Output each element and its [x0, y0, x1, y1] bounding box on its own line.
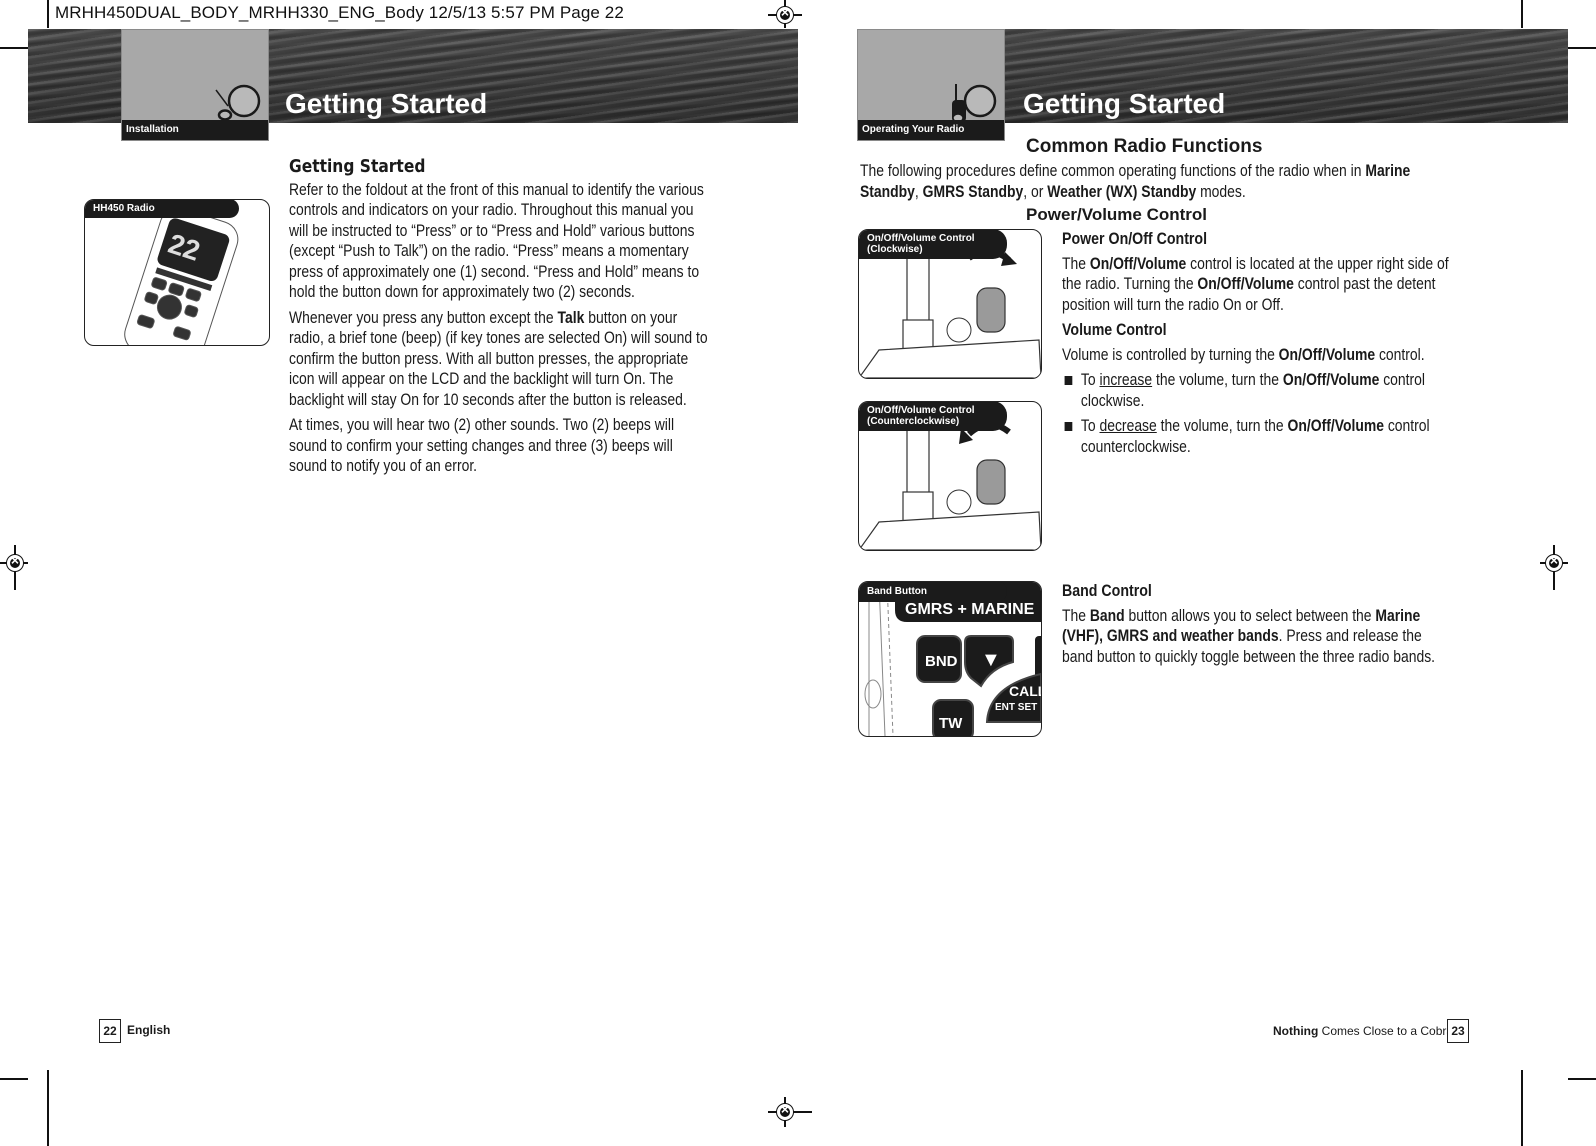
footer-language: English — [127, 1023, 171, 1037]
paragraph: Whenever you press any button except the… — [289, 308, 708, 409]
figure-hh450-radio: 22 HH450 Radio — [84, 199, 270, 346]
bullet-item: To increase the volume, turn the On/Off/… — [1062, 370, 1449, 411]
band-control-section: Band Control The Band button allows you … — [1062, 581, 1449, 672]
paragraph: The On/Off/Volume control is located at … — [1062, 254, 1449, 314]
banner-title-right: Getting Started — [1023, 88, 1226, 119]
band-button-illustration: GMRS + MARINE BND ▼ CALL ENT SET TW — [864, 582, 1041, 736]
figure-band-button: GMRS + MARINE BND ▼ CALL ENT SET TW Band… — [858, 581, 1042, 737]
section-tab-operating: Operating Your Radio — [857, 29, 1005, 141]
crop-mark — [47, 0, 49, 28]
svg-text:TW: TW — [939, 715, 963, 732]
crop-mark — [1568, 47, 1596, 49]
svg-text:BND: BND — [925, 653, 958, 670]
paragraph: Volume is controlled by turning the On/O… — [1062, 345, 1425, 364]
left-page-body: Getting Started Refer to the foldout at … — [289, 156, 710, 482]
footer-tagline: Nothing Comes Close to a Cobra® — [1273, 1023, 1459, 1038]
intro-paragraph: The following procedures define common o… — [860, 162, 1411, 201]
crop-mark — [1568, 1078, 1596, 1080]
section-heading: Common Radio Functions — [1026, 136, 1263, 157]
crop-mark — [47, 1070, 49, 1146]
figure-volume-clockwise: On/Off/Volume Control (Clockwise) — [858, 229, 1042, 379]
paragraph: At times, you will hear two (2) other so… — [289, 416, 675, 475]
registration-mark-icon — [776, 1101, 794, 1121]
figure-volume-counterclockwise: On/Off/Volume Control (Counterclockwise) — [858, 401, 1042, 551]
svg-text:GMRS + MARINE: GMRS + MARINE — [905, 601, 1035, 618]
radio-illustration: 22 — [124, 207, 239, 345]
figure-label: HH450 Radio — [85, 200, 239, 218]
crop-mark — [1521, 0, 1523, 28]
section-tab-label: Installation — [122, 120, 268, 140]
power-volume-section: Power On/Off Control The On/Off/Volume c… — [1062, 229, 1449, 462]
paragraph: Refer to the foldout at the front of thi… — [289, 180, 704, 302]
page-number: 23 — [1447, 1019, 1469, 1043]
crop-mark — [0, 1078, 28, 1080]
figure-label: On/Off/Volume Control (Counterclockwise) — [859, 402, 1007, 431]
bullet-square-icon — [1064, 376, 1073, 385]
crop-mark — [1521, 1070, 1523, 1146]
subhead-volume: Volume Control — [1062, 321, 1167, 339]
registration-mark-icon — [1545, 552, 1563, 572]
svg-text:▼: ▼ — [981, 649, 1001, 671]
crop-mark — [0, 47, 28, 49]
paragraph: The Band button allows you to select bet… — [1062, 606, 1436, 666]
page-number: 22 — [99, 1019, 121, 1043]
subsection-heading: Power/Volume Control — [1026, 205, 1208, 224]
section-tab-installation: Installation — [121, 29, 269, 141]
svg-text:ENT SET: ENT SET — [995, 702, 1037, 713]
section-heading: Getting Started — [289, 156, 426, 177]
print-slug: MRHH450DUAL_BODY_MRHH330_ENG_Body 12/5/1… — [55, 3, 624, 22]
registration-mark-icon — [6, 552, 24, 572]
bullet-square-icon — [1064, 422, 1073, 431]
banner-title-left: Getting Started — [285, 88, 488, 119]
figure-label: Band Button — [859, 582, 1007, 602]
figure-label: On/Off/Volume Control (Clockwise) — [859, 230, 1007, 259]
bullet-item: To decrease the volume, turn the On/Off/… — [1062, 416, 1449, 457]
subhead-band: Band Control — [1062, 582, 1152, 600]
section-tab-label: Operating Your Radio — [858, 120, 1004, 140]
subhead-power: Power On/Off Control — [1062, 230, 1208, 248]
svg-text:CALL: CALL — [1009, 683, 1041, 699]
registration-mark-icon — [776, 4, 794, 24]
